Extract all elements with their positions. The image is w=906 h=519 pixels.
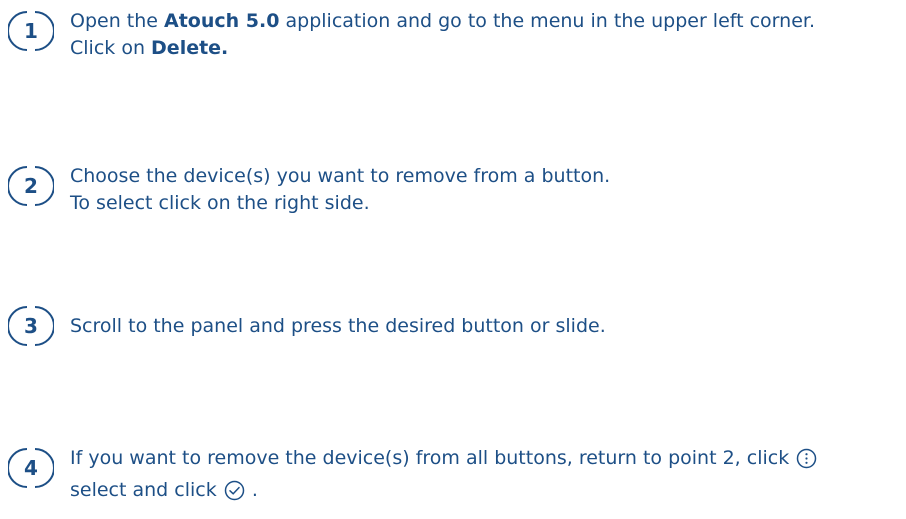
step-3-text: Scroll to the panel and press the desire…: [70, 303, 606, 340]
step-3: 3 Scroll to the panel and press the desi…: [8, 303, 906, 349]
step-4-text-b: select and click: [70, 479, 223, 501]
step-4-text-a: If you want to remove the device(s) from…: [70, 447, 796, 469]
step-4-badge: 4: [8, 445, 54, 491]
step-1-text-a: Open the: [70, 10, 165, 32]
step-1-text-b: application and go to the menu in the up…: [279, 10, 815, 32]
app-name: Atouch 5.0: [164, 10, 280, 32]
step-1-number: 1: [24, 19, 38, 43]
step-4-number: 4: [24, 456, 38, 480]
step-3-number: 3: [24, 314, 38, 338]
step-4-line-2: select and click .: [70, 477, 818, 509]
step-4-text: If you want to remove the device(s) from…: [70, 445, 818, 509]
step-4-text-c: .: [245, 479, 258, 501]
step-2-text: Choose the device(s) you want to remove …: [70, 163, 610, 217]
step-2-number: 2: [24, 174, 38, 198]
step-1-badge: 1: [8, 8, 54, 54]
step-1: 1 Open the Atouch 5.0 application and go…: [8, 8, 906, 62]
delete-label: Delete.: [151, 37, 229, 59]
step-2-line-1: Choose the device(s) you want to remove …: [70, 165, 611, 187]
step-1-text-c: Click on: [70, 37, 152, 59]
step-1-line-2: Click on Delete.: [70, 35, 815, 62]
more-options-icon: [796, 448, 817, 477]
step-4-line-1: If you want to remove the device(s) from…: [70, 445, 818, 477]
step-2: 2 Choose the device(s) you want to remov…: [8, 163, 906, 217]
step-3-badge: 3: [8, 303, 54, 349]
step-2-badge: 2: [8, 163, 54, 209]
step-1-line-1: Open the Atouch 5.0 application and go t…: [70, 8, 815, 35]
step-4: 4 If you want to remove the device(s) fr…: [8, 445, 906, 509]
step-3-line-1: Scroll to the panel and press the desire…: [70, 315, 606, 337]
check-circle-icon: [224, 480, 245, 509]
step-2-line-2: To select click on the right side.: [70, 192, 370, 214]
step-1-text: Open the Atouch 5.0 application and go t…: [70, 8, 815, 62]
